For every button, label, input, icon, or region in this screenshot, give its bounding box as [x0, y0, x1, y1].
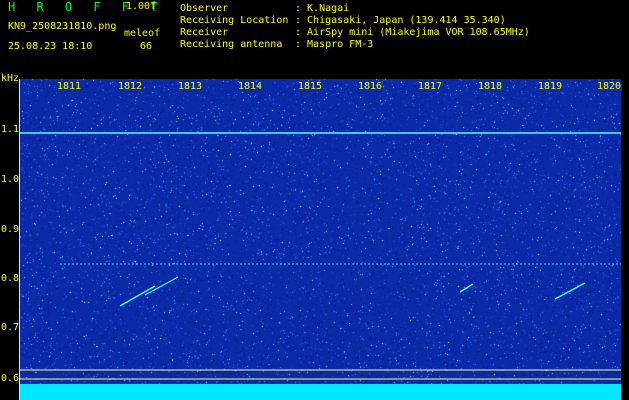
- time-tick-label: 1818: [477, 81, 504, 92]
- version-label: 1.00f: [126, 1, 157, 12]
- time-tick-label: 1820: [596, 81, 623, 92]
- meteor-echo-3: [459, 283, 474, 293]
- freq-tick-label: 0.7: [1, 322, 20, 333]
- file-name: KN9_2508231810.png: [8, 21, 117, 32]
- freq-tick-label: 1.0: [1, 174, 20, 185]
- freq-tick-label: 0.9: [1, 224, 20, 235]
- antenna-label: Receiving antenna: [180, 39, 283, 50]
- frequency-unit-label: kHz: [1, 73, 20, 84]
- meteor-echo-1: [119, 285, 156, 307]
- freq-tick-label: 0.8: [1, 273, 20, 284]
- location-value: : Chigasaki, Japan (139.414 35.340): [295, 15, 506, 26]
- time-tick-label: 1812: [117, 81, 144, 92]
- receiver-value: : AirSpy mini (Miakejima VOR 108.65MHz): [295, 27, 530, 38]
- y-axis-line: [19, 79, 20, 400]
- time-tick-label: 1814: [237, 81, 264, 92]
- bottom-band: [20, 384, 621, 400]
- freq-tick-label: 0.6: [1, 373, 20, 384]
- antenna-value: : Maspro FM-3: [295, 39, 374, 50]
- observer-value: : K.Nagai: [295, 3, 350, 14]
- observer-label: Observer: [180, 3, 229, 14]
- location-label: Receiving Location: [180, 15, 289, 26]
- time-tick-label: 1819: [537, 81, 564, 92]
- time-tick-label: 1817: [417, 81, 444, 92]
- time-tick-label: 1815: [297, 81, 324, 92]
- receiver-label: Receiver: [180, 27, 229, 38]
- spectrogram-overlay: [20, 132, 621, 400]
- time-tick-label: 1811: [56, 81, 83, 92]
- meteor-count: 66: [140, 41, 153, 52]
- spectrogram-display: [20, 79, 621, 400]
- meleof-label: meleof: [124, 28, 161, 39]
- datetime: 25.08.23 18:10: [8, 41, 93, 52]
- meteor-echo-4: [554, 282, 586, 300]
- meteor-echo-2: [144, 276, 179, 296]
- time-tick-label: 1816: [357, 81, 384, 92]
- freq-tick-label: 1.1: [1, 124, 20, 135]
- time-tick-label: 1813: [177, 81, 204, 92]
